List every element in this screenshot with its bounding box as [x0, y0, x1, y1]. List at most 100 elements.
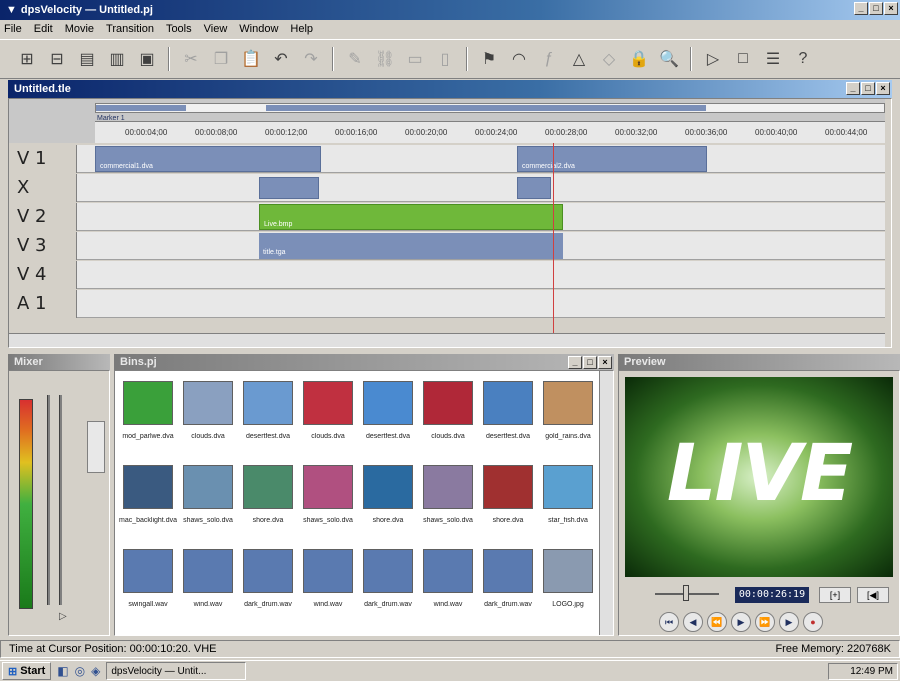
- bin-item[interactable]: dark_drum.wav: [479, 545, 537, 625]
- save-icon[interactable]: ▣: [134, 46, 160, 72]
- ungroup-icon[interactable]: ▯: [432, 46, 458, 72]
- group-icon[interactable]: ▭: [402, 46, 428, 72]
- track-v4[interactable]: V 4: [9, 261, 885, 289]
- track-x[interactable]: X: [9, 174, 885, 202]
- timeline-playhead[interactable]: [553, 143, 554, 333]
- step-back-icon[interactable]: ◀: [683, 612, 703, 632]
- mark-out-button[interactable]: [◀]: [857, 587, 889, 603]
- bin-item[interactable]: desertfest.dva: [359, 377, 417, 457]
- redo-icon[interactable]: ↷: [298, 46, 324, 72]
- trim-icon[interactable]: △: [566, 46, 592, 72]
- timeline-scrollbar[interactable]: [9, 333, 885, 347]
- bin-item[interactable]: swingall.wav: [119, 545, 177, 625]
- multi-view-icon[interactable]: ☰: [760, 46, 786, 72]
- bin-item[interactable]: star_fish.dva: [539, 461, 597, 541]
- fader-right[interactable]: [59, 395, 62, 605]
- mixer-tab[interactable]: [87, 421, 105, 473]
- bin-scrollbar[interactable]: [599, 371, 613, 635]
- record-icon[interactable]: ●: [803, 612, 823, 632]
- play-icon[interactable]: ▶: [731, 612, 751, 632]
- menu-window[interactable]: Window: [239, 23, 278, 35]
- menu-edit[interactable]: Edit: [34, 23, 53, 35]
- undo-icon[interactable]: ↶: [268, 46, 294, 72]
- bin-item[interactable]: shaws_solo.dva: [419, 461, 477, 541]
- razor-icon[interactable]: ✎: [342, 46, 368, 72]
- step-forward-icon[interactable]: ▶: [779, 612, 799, 632]
- speaker-icon[interactable]: ▷: [59, 611, 67, 622]
- zoom-icon[interactable]: 🔍: [656, 46, 682, 72]
- bin-item[interactable]: shore.dva: [359, 461, 417, 541]
- track-v1[interactable]: V 1 commercial1.dva commercial2.dva: [9, 145, 885, 173]
- fast-forward-icon[interactable]: ⏩: [755, 612, 775, 632]
- maximize-button[interactable]: □: [869, 2, 883, 15]
- marker-icon[interactable]: ⚑: [476, 46, 502, 72]
- jog-slider-thumb[interactable]: [683, 585, 689, 601]
- start-button[interactable]: ⊞ Start: [2, 662, 52, 680]
- slip-icon[interactable]: ◇: [596, 46, 622, 72]
- bin-item[interactable]: gold_rains.dva: [539, 377, 597, 457]
- bin-item[interactable]: wind.wav: [179, 545, 237, 625]
- bin-item[interactable]: wind.wav: [299, 545, 357, 625]
- timeline-close-button[interactable]: ×: [876, 82, 890, 95]
- help-icon[interactable]: ?: [790, 46, 816, 72]
- menu-view[interactable]: View: [204, 23, 228, 35]
- goto-start-icon[interactable]: ⏮: [659, 612, 679, 632]
- mark-in-button[interactable]: [+]: [819, 587, 851, 603]
- timeline-ruler[interactable]: 00:00:04;00 00:00:08;00 00:00:12;00 00:0…: [95, 121, 885, 143]
- bin-item[interactable]: desertfest.dva: [479, 377, 537, 457]
- open-project-icon[interactable]: ⊟: [44, 46, 70, 72]
- bin-item[interactable]: LOGO.jpg: [539, 545, 597, 625]
- bin-item[interactable]: clouds.dva: [299, 377, 357, 457]
- timeline-overview[interactable]: [95, 103, 885, 113]
- timeline-maximize-button[interactable]: □: [861, 82, 875, 95]
- single-view-icon[interactable]: □: [730, 46, 756, 72]
- bin-item[interactable]: clouds.dva: [419, 377, 477, 457]
- cut-icon[interactable]: ✂: [178, 46, 204, 72]
- menu-tools[interactable]: Tools: [166, 23, 192, 35]
- taskbar-item-dpsvelocity[interactable]: dpsVelocity — Untit...: [106, 662, 247, 680]
- clip-commercial2[interactable]: commercial2.dva: [517, 146, 707, 172]
- bin-item[interactable]: shaws_solo.dva: [179, 461, 237, 541]
- menu-transition[interactable]: Transition: [106, 23, 154, 35]
- menu-help[interactable]: Help: [290, 23, 313, 35]
- bin-item[interactable]: dark_drum.wav: [359, 545, 417, 625]
- track-a1[interactable]: A 1: [9, 290, 885, 318]
- fader-left[interactable]: [47, 395, 50, 605]
- menu-file[interactable]: File: [4, 23, 22, 35]
- transition-icon[interactable]: [259, 177, 319, 199]
- clip-commercial1[interactable]: commercial1.dva: [95, 146, 321, 172]
- bin-item[interactable]: mod_parlwe.dva: [119, 377, 177, 457]
- bin-item[interactable]: shaws_solo.dva: [299, 461, 357, 541]
- clip-live[interactable]: Live.bmp: [259, 204, 563, 230]
- bin-item[interactable]: shore.dva: [239, 461, 297, 541]
- track-v2[interactable]: V 2 Live.bmp: [9, 203, 885, 231]
- copy-icon[interactable]: ❐: [208, 46, 234, 72]
- track-v3[interactable]: V 3 title.tga: [9, 232, 885, 260]
- speed-icon[interactable]: ◠: [506, 46, 532, 72]
- quick-launch-icon[interactable]: ◈: [91, 664, 100, 678]
- bin-item[interactable]: desertfest.dva: [239, 377, 297, 457]
- transition-icon[interactable]: [517, 177, 551, 199]
- quick-launch-icon[interactable]: ◎: [75, 664, 85, 678]
- bin-maximize-button[interactable]: □: [583, 356, 597, 369]
- paste-icon[interactable]: 📋: [238, 46, 264, 72]
- lock-icon[interactable]: 🔒: [626, 46, 652, 72]
- close-button[interactable]: ×: [884, 2, 898, 15]
- rewind-icon[interactable]: ⏪: [707, 612, 727, 632]
- bin-item[interactable]: dark_drum.wav: [239, 545, 297, 625]
- timeline-minimize-button[interactable]: _: [846, 82, 860, 95]
- new-bin-icon[interactable]: ▤: [74, 46, 100, 72]
- bin-item[interactable]: clouds.dva: [179, 377, 237, 457]
- minimize-button[interactable]: _: [854, 2, 868, 15]
- clip-title[interactable]: title.tga: [259, 233, 563, 259]
- new-project-icon[interactable]: ⊞: [14, 46, 40, 72]
- link-icon[interactable]: ⛓: [372, 46, 398, 72]
- quick-launch-icon[interactable]: ◧: [57, 664, 68, 678]
- menu-movie[interactable]: Movie: [65, 23, 94, 35]
- bin-close-button[interactable]: ×: [598, 356, 612, 369]
- effect-icon[interactable]: ƒ: [536, 46, 562, 72]
- bin-minimize-button[interactable]: _: [568, 356, 582, 369]
- play-icon[interactable]: ▷: [700, 46, 726, 72]
- bin-item[interactable]: wind.wav: [419, 545, 477, 625]
- bin-item[interactable]: shore.dva: [479, 461, 537, 541]
